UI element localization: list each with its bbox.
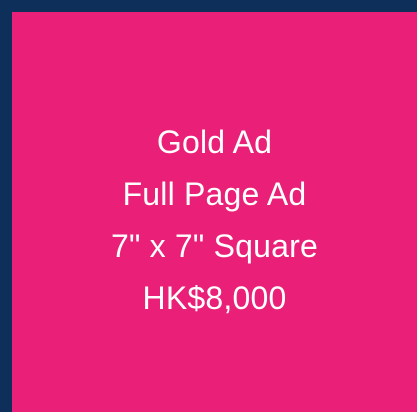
ad-size: 7" x 7" Square [111,228,318,264]
ad-price: HK$8,000 [142,280,287,316]
ad-type: Full Page Ad [122,176,307,212]
frame-background: Gold Ad Full Page Ad 7" x 7" Square HK$8… [0,0,417,412]
ad-tier: Gold Ad [156,124,273,160]
ad-package-card[interactable]: Gold Ad Full Page Ad 7" x 7" Square HK$8… [12,12,417,412]
ad-package-details: Gold Ad Full Page Ad 7" x 7" Square HK$8… [12,116,417,324]
